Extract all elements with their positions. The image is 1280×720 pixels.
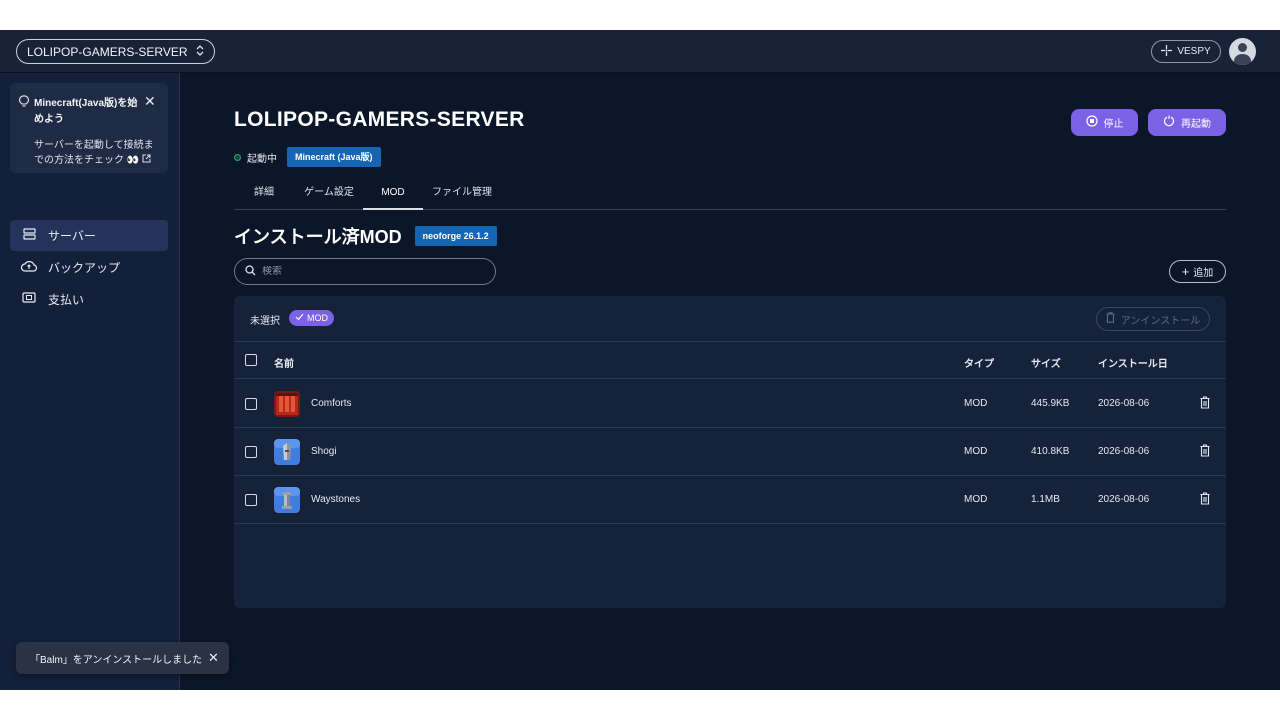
- vespy-button[interactable]: VESPY: [1151, 40, 1221, 63]
- add-mod-button[interactable]: + 追加: [1169, 260, 1226, 283]
- uninstall-label: アンインストール: [1120, 315, 1201, 327]
- mod-name: Waystones: [311, 494, 361, 505]
- row-checkbox[interactable]: [245, 398, 257, 410]
- mod-installed-date: 2026-08-06: [1098, 398, 1150, 409]
- lightbulb-icon: [19, 95, 29, 111]
- mod-type: MOD: [964, 494, 988, 505]
- eyes-emoji: 👀: [126, 155, 140, 166]
- server-selector[interactable]: LOLIPOP-GAMERS-SERVER: [16, 39, 215, 64]
- mod-type: MOD: [964, 398, 988, 409]
- mod-name: Shogi: [311, 446, 337, 457]
- trash-icon: [1106, 312, 1115, 326]
- add-label: 追加: [1193, 268, 1214, 279]
- external-link-icon: [142, 154, 151, 166]
- shogi-mod-icon: [274, 439, 300, 465]
- search-input[interactable]: [262, 266, 462, 277]
- row-checkbox[interactable]: [245, 446, 257, 458]
- select-all-checkbox[interactable]: [245, 354, 257, 366]
- search-icon: [245, 263, 256, 281]
- delete-icon[interactable]: [1200, 396, 1210, 409]
- app-window: LOLIPOP-GAMERS-SERVER VESPY Minecraft(Ja…: [0, 30, 1280, 690]
- cloud-backup-icon: [10, 260, 48, 275]
- stop-button[interactable]: 停止: [1071, 109, 1138, 136]
- sidebar-item-backup[interactable]: バックアップ: [10, 252, 168, 283]
- uninstall-button[interactable]: アンインストール: [1096, 307, 1210, 331]
- column-installed[interactable]: インストール日: [1098, 355, 1168, 370]
- server-selector-label: LOLIPOP-GAMERS-SERVER: [27, 44, 188, 59]
- loader-badge: neoforge 26.1.2: [414, 226, 497, 247]
- column-size[interactable]: サイズ: [1031, 355, 1061, 370]
- plus-icon: +: [1181, 264, 1190, 279]
- page-title: LOLIPOP-GAMERS-SERVER: [234, 108, 525, 131]
- selection-bar: 未選択 MOD アンインストール: [234, 296, 1226, 342]
- toast-message: 「Balm」をアンインストールしました: [30, 654, 203, 666]
- mod-installed-date: 2026-08-06: [1098, 446, 1150, 457]
- sidebar-item-payment[interactable]: 支払い: [10, 284, 168, 315]
- getting-started-card: Minecraft(Java版)を始めよう ✕ サーバーを起動して接続までの方法…: [10, 83, 168, 173]
- status-text: 起動中: [247, 153, 277, 165]
- tab-game-settings[interactable]: ゲーム設定: [294, 180, 364, 210]
- check-icon: [295, 313, 304, 323]
- filter-chip-mod[interactable]: MOD: [289, 310, 334, 326]
- payment-icon: [10, 292, 48, 307]
- restart-icon: [1163, 115, 1175, 130]
- top-bar: LOLIPOP-GAMERS-SERVER VESPY: [0, 30, 1280, 73]
- table-row[interactable]: Waystones MOD 1.1MB 2026-08-06: [234, 476, 1226, 524]
- table-row[interactable]: Shogi MOD 410.8KB 2026-08-06: [234, 428, 1226, 476]
- table-header: 名前 タイプ サイズ インストール日: [234, 342, 1226, 379]
- sparkle-icon: [1161, 44, 1173, 59]
- search-box[interactable]: [234, 258, 496, 285]
- sidebar-item-label: バックアップ: [48, 261, 121, 275]
- mod-size: 1.1MB: [1031, 494, 1060, 505]
- column-type[interactable]: タイプ: [964, 355, 994, 370]
- server-status: 起動中 Minecraft (Java版): [234, 146, 381, 168]
- avatar[interactable]: [1229, 38, 1256, 65]
- section-title-text: インストール済MOD: [234, 227, 402, 247]
- mod-type: MOD: [964, 446, 988, 457]
- close-icon[interactable]: ✕: [208, 650, 219, 666]
- delete-icon[interactable]: [1200, 492, 1210, 505]
- tab-bar: 詳細 ゲーム設定 MOD ファイル管理: [234, 180, 1226, 210]
- stop-label: 停止: [1103, 119, 1124, 130]
- vespy-label: VESPY: [1177, 46, 1211, 57]
- column-name[interactable]: 名前: [274, 355, 294, 370]
- mod-name: Comforts: [311, 398, 352, 409]
- toast-notification: 「Balm」をアンインストールしました ✕: [16, 642, 229, 674]
- chevron-updown-icon: [196, 44, 204, 59]
- status-dot-icon: [234, 153, 241, 161]
- restart-button[interactable]: 再起動: [1148, 109, 1226, 136]
- sidebar-item-label: サーバー: [48, 229, 96, 243]
- waystones-mod-icon: [274, 487, 300, 513]
- mod-size: 445.9KB: [1031, 398, 1070, 409]
- chip-label: MOD: [307, 313, 328, 323]
- section-title: インストール済MOD neoforge 26.1.2: [234, 223, 497, 249]
- tip-title: Minecraft(Java版)を始めよう: [34, 98, 138, 125]
- row-checkbox[interactable]: [245, 494, 257, 506]
- mod-table-panel: 未選択 MOD アンインストール 名前 タイプ サイズ インストール日 Comf…: [234, 296, 1226, 608]
- delete-icon[interactable]: [1200, 444, 1210, 457]
- close-icon[interactable]: ✕: [144, 93, 156, 110]
- mod-installed-date: 2026-08-06: [1098, 494, 1150, 505]
- stop-icon: [1085, 115, 1098, 130]
- server-icon: [10, 228, 48, 243]
- sidebar: Minecraft(Java版)を始めよう ✕ サーバーを起動して接続までの方法…: [0, 73, 180, 690]
- tab-file-management[interactable]: ファイル管理: [426, 180, 498, 210]
- comforts-mod-icon: [274, 391, 300, 417]
- sidebar-item-server[interactable]: サーバー: [10, 220, 168, 251]
- edition-badge: Minecraft (Java版): [287, 147, 381, 167]
- tab-details[interactable]: 詳細: [242, 180, 286, 210]
- mod-size: 410.8KB: [1031, 446, 1070, 457]
- tab-mod[interactable]: MOD: [363, 180, 423, 210]
- restart-label: 再起動: [1181, 119, 1211, 130]
- table-row[interactable]: Comforts MOD 445.9KB 2026-08-06: [234, 380, 1226, 428]
- selection-text: 未選択: [250, 316, 280, 327]
- sidebar-item-label: 支払い: [48, 293, 85, 307]
- tip-body[interactable]: サーバーを起動して接続までの方法をチェック 👀: [34, 138, 162, 168]
